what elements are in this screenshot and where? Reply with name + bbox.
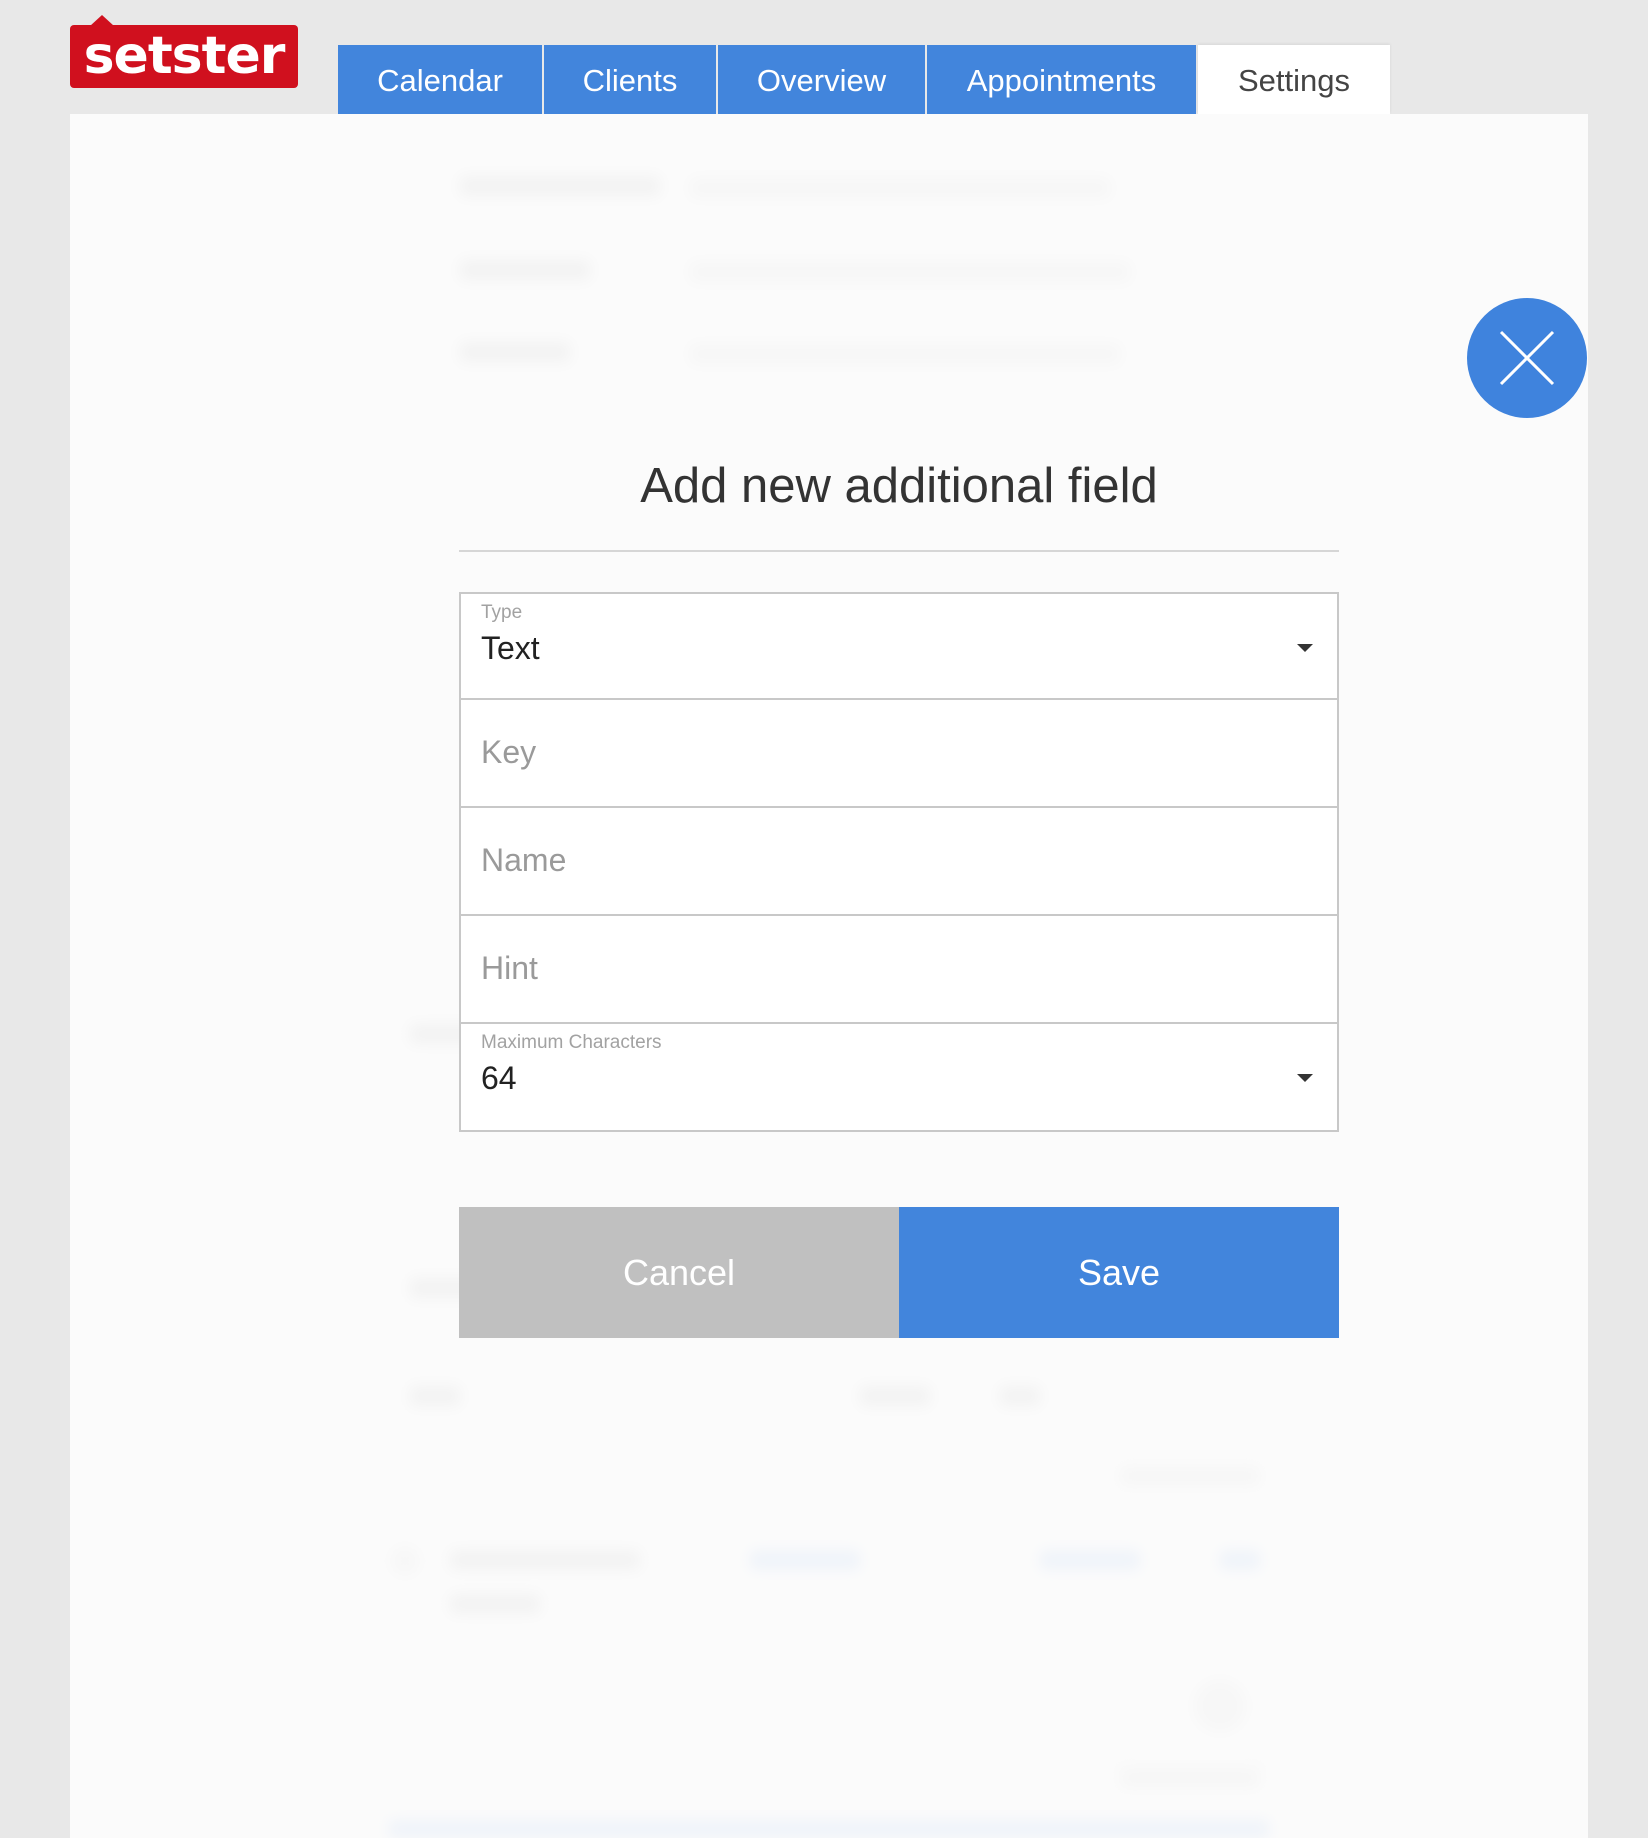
hint-input[interactable]: Hint — [459, 916, 1339, 1024]
name-input[interactable]: Name — [459, 808, 1339, 916]
cancel-button[interactable]: Cancel — [459, 1207, 899, 1338]
settings-panel: Add new additional field Type Text Key N… — [70, 114, 1588, 1838]
hint-placeholder: Hint — [481, 950, 538, 986]
tab-calendar[interactable]: Calendar — [338, 45, 542, 114]
close-icon — [1499, 330, 1555, 386]
save-button[interactable]: Save — [899, 1207, 1339, 1338]
divider — [459, 550, 1339, 552]
main-nav-tabs: Calendar Clients Overview Appointments S… — [338, 45, 1392, 114]
type-select[interactable]: Type Text — [459, 592, 1339, 700]
tab-overview[interactable]: Overview — [718, 45, 925, 114]
dropdown-arrow-icon — [1297, 1074, 1313, 1082]
setster-logo[interactable]: setster — [70, 15, 298, 88]
max-characters-label: Maximum Characters — [481, 1032, 662, 1053]
key-input[interactable]: Key — [459, 700, 1339, 808]
type-label: Type — [481, 602, 523, 623]
close-dialog-button[interactable] — [1467, 298, 1587, 418]
key-placeholder: Key — [481, 734, 537, 770]
dialog-title: Add new additional field — [640, 459, 1158, 513]
max-characters-select[interactable]: Maximum Characters 64 — [459, 1024, 1339, 1132]
name-placeholder: Name — [481, 842, 567, 878]
max-characters-value: 64 — [481, 1060, 517, 1096]
tab-appointments[interactable]: Appointments — [927, 45, 1196, 114]
tab-clients[interactable]: Clients — [544, 45, 716, 114]
type-value: Text — [481, 630, 540, 666]
tab-settings[interactable]: Settings — [1198, 45, 1390, 114]
dialog-actions: Cancel Save — [459, 1207, 1339, 1338]
dropdown-arrow-icon — [1297, 644, 1313, 652]
